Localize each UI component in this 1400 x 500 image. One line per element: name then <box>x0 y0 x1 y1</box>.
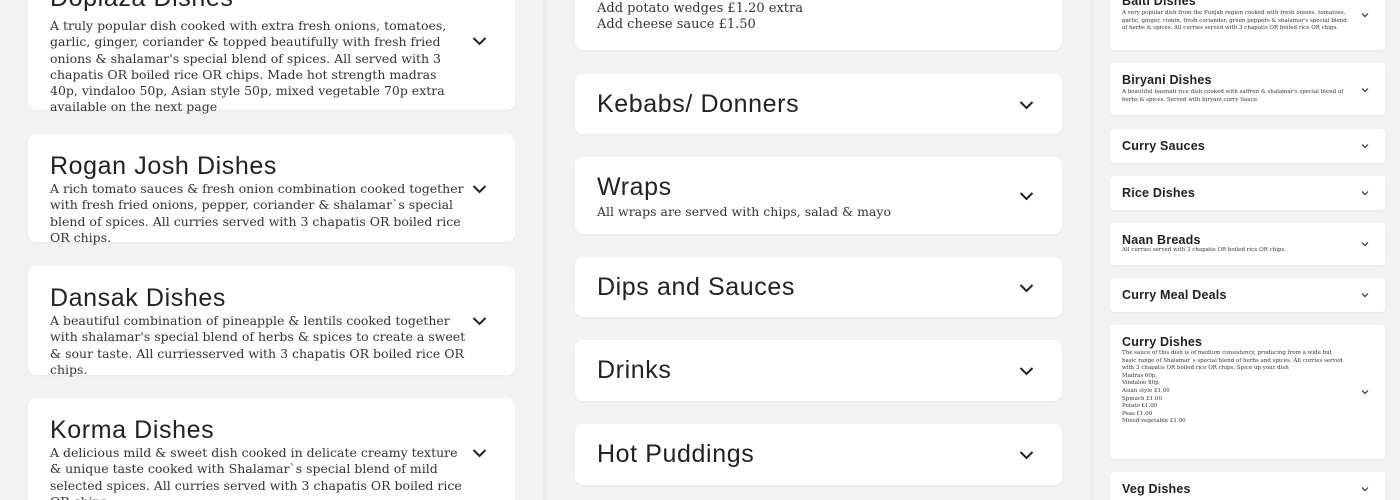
category-card-curry-sauces[interactable]: Curry Sauces <box>1110 129 1385 163</box>
menu-column-2: Add potato wedges £1.20 extra Add cheese… <box>547 0 1090 500</box>
chevron-down-icon[interactable] <box>1019 283 1034 293</box>
category-card-meal-deals[interactable]: Curry Meal Deals <box>1110 278 1385 312</box>
extra-option-line: Add potato wedges £1.20 extra <box>597 1 803 16</box>
category-title: Balti Dishes <box>1122 0 1196 8</box>
category-card-dopiaza[interactable]: Dopiaza Dishes A truly popular dish cook… <box>28 0 515 114</box>
chevron-down-icon[interactable] <box>1019 100 1034 110</box>
chevron-down-icon[interactable] <box>1361 87 1369 93</box>
category-card-rogan-josh[interactable]: Rogan Josh Dishes A rich tomato sauces &… <box>28 134 515 245</box>
category-card-hot-puddings[interactable]: Hot Puddings <box>575 424 1062 485</box>
category-description: A delicious mild & sweet dish cooked in … <box>50 445 462 500</box>
category-card-curry[interactable]: Curry Dishes The sauce of this dish is o… <box>1110 325 1385 459</box>
category-description: A rich tomato sauces & fresh onion combi… <box>50 181 464 245</box>
category-title: Curry Dishes <box>1122 335 1203 349</box>
category-card-wraps[interactable]: Wraps All wraps are served with chips, s… <box>575 157 1062 234</box>
menu-column-1: Dopiaza Dishes A truly popular dish cook… <box>0 0 543 500</box>
category-description: A beautiful combination of pineapple & l… <box>50 313 466 377</box>
extra-price-line: Spinach £1.00 <box>1122 395 1162 402</box>
chevron-down-icon[interactable] <box>1361 12 1369 18</box>
category-description: A beautiful basmati rice dish cooked wit… <box>1122 89 1344 103</box>
extra-price-line: Peas £1.00 <box>1122 410 1153 417</box>
category-title: Veg Dishes <box>1122 482 1191 496</box>
category-title: Rice Dishes <box>1122 186 1196 200</box>
category-description: All curries served with 3 chapatis OR bo… <box>1122 247 1287 253</box>
category-title: Biryani Dishes <box>1122 73 1212 87</box>
category-title: Korma Dishes <box>50 416 215 444</box>
category-card-veg[interactable]: Veg Dishes <box>1110 472 1385 500</box>
category-card-drinks[interactable]: Drinks <box>575 340 1062 401</box>
chevron-down-icon[interactable] <box>472 184 487 194</box>
chevron-down-icon[interactable] <box>1019 450 1034 460</box>
chevron-down-icon[interactable] <box>1361 143 1369 149</box>
category-card-biryani[interactable]: Biryani Dishes A beautiful basmati rice … <box>1110 63 1385 115</box>
chevron-down-icon[interactable] <box>472 316 487 326</box>
category-card-rice[interactable]: Rice Dishes <box>1110 176 1385 210</box>
category-card-extras[interactable]: Add potato wedges £1.20 extra Add cheese… <box>575 0 1062 50</box>
category-title: Kebabs/ Donners <box>597 90 800 118</box>
extra-price-line: Vindaloo 80p, <box>1122 380 1161 387</box>
chevron-down-icon[interactable] <box>1361 241 1369 247</box>
category-title: Dopiaza Dishes <box>50 0 470 12</box>
extra-price-line: Mixed vegetable £1.00 <box>1122 418 1186 425</box>
category-description: All wraps are served with chips, salad &… <box>597 204 891 219</box>
category-description: A very popular dish from the Punjab regi… <box>1122 10 1347 32</box>
category-card-balti[interactable]: Balti Dishes A very popular dish from th… <box>1110 0 1385 50</box>
chevron-down-icon[interactable] <box>1361 292 1369 298</box>
category-description: The sauce of this dish is of medium cons… <box>1122 350 1343 372</box>
category-title: Dips and Sauces <box>597 273 796 301</box>
category-title: Drinks <box>597 356 672 384</box>
category-description: A truly popular dish cooked with extra f… <box>50 18 447 115</box>
category-card-dansak[interactable]: Dansak Dishes A beautiful combination of… <box>28 266 515 377</box>
category-title: Curry Meal Deals <box>1122 288 1227 302</box>
chevron-down-icon[interactable] <box>1361 190 1369 196</box>
extra-price-line: Madras 60p, <box>1122 372 1158 379</box>
category-card-kebabs[interactable]: Kebabs/ Donners <box>575 74 1062 134</box>
chevron-down-icon[interactable] <box>472 448 487 458</box>
menu-column-3: Balti Dishes A very popular dish from th… <box>1094 0 1400 500</box>
category-title: Wraps <box>597 173 672 201</box>
chevron-down-icon[interactable] <box>1019 366 1034 376</box>
extra-option-line: Add cheese sauce £1.50 <box>597 17 756 32</box>
chevron-down-icon[interactable] <box>1361 389 1369 395</box>
category-card-dips[interactable]: Dips and Sauces <box>575 257 1062 317</box>
category-title: Rogan Josh Dishes <box>50 152 277 180</box>
chevron-down-icon[interactable] <box>1019 191 1034 201</box>
extra-price-line: Asian style £1.00 <box>1122 387 1170 394</box>
category-title: Hot Puddings <box>597 440 755 468</box>
chevron-down-icon[interactable] <box>1361 486 1369 492</box>
category-title: Dansak Dishes <box>50 284 226 312</box>
category-card-korma[interactable]: Korma Dishes A delicious mild & sweet di… <box>28 398 515 500</box>
extra-price-line: Potato £1.00 <box>1122 403 1158 410</box>
category-card-naan[interactable]: Naan Breads All curries served with 3 ch… <box>1110 223 1385 265</box>
category-title: Naan Breads <box>1122 233 1201 247</box>
chevron-down-icon[interactable] <box>472 36 487 46</box>
category-title: Curry Sauces <box>1122 139 1205 153</box>
